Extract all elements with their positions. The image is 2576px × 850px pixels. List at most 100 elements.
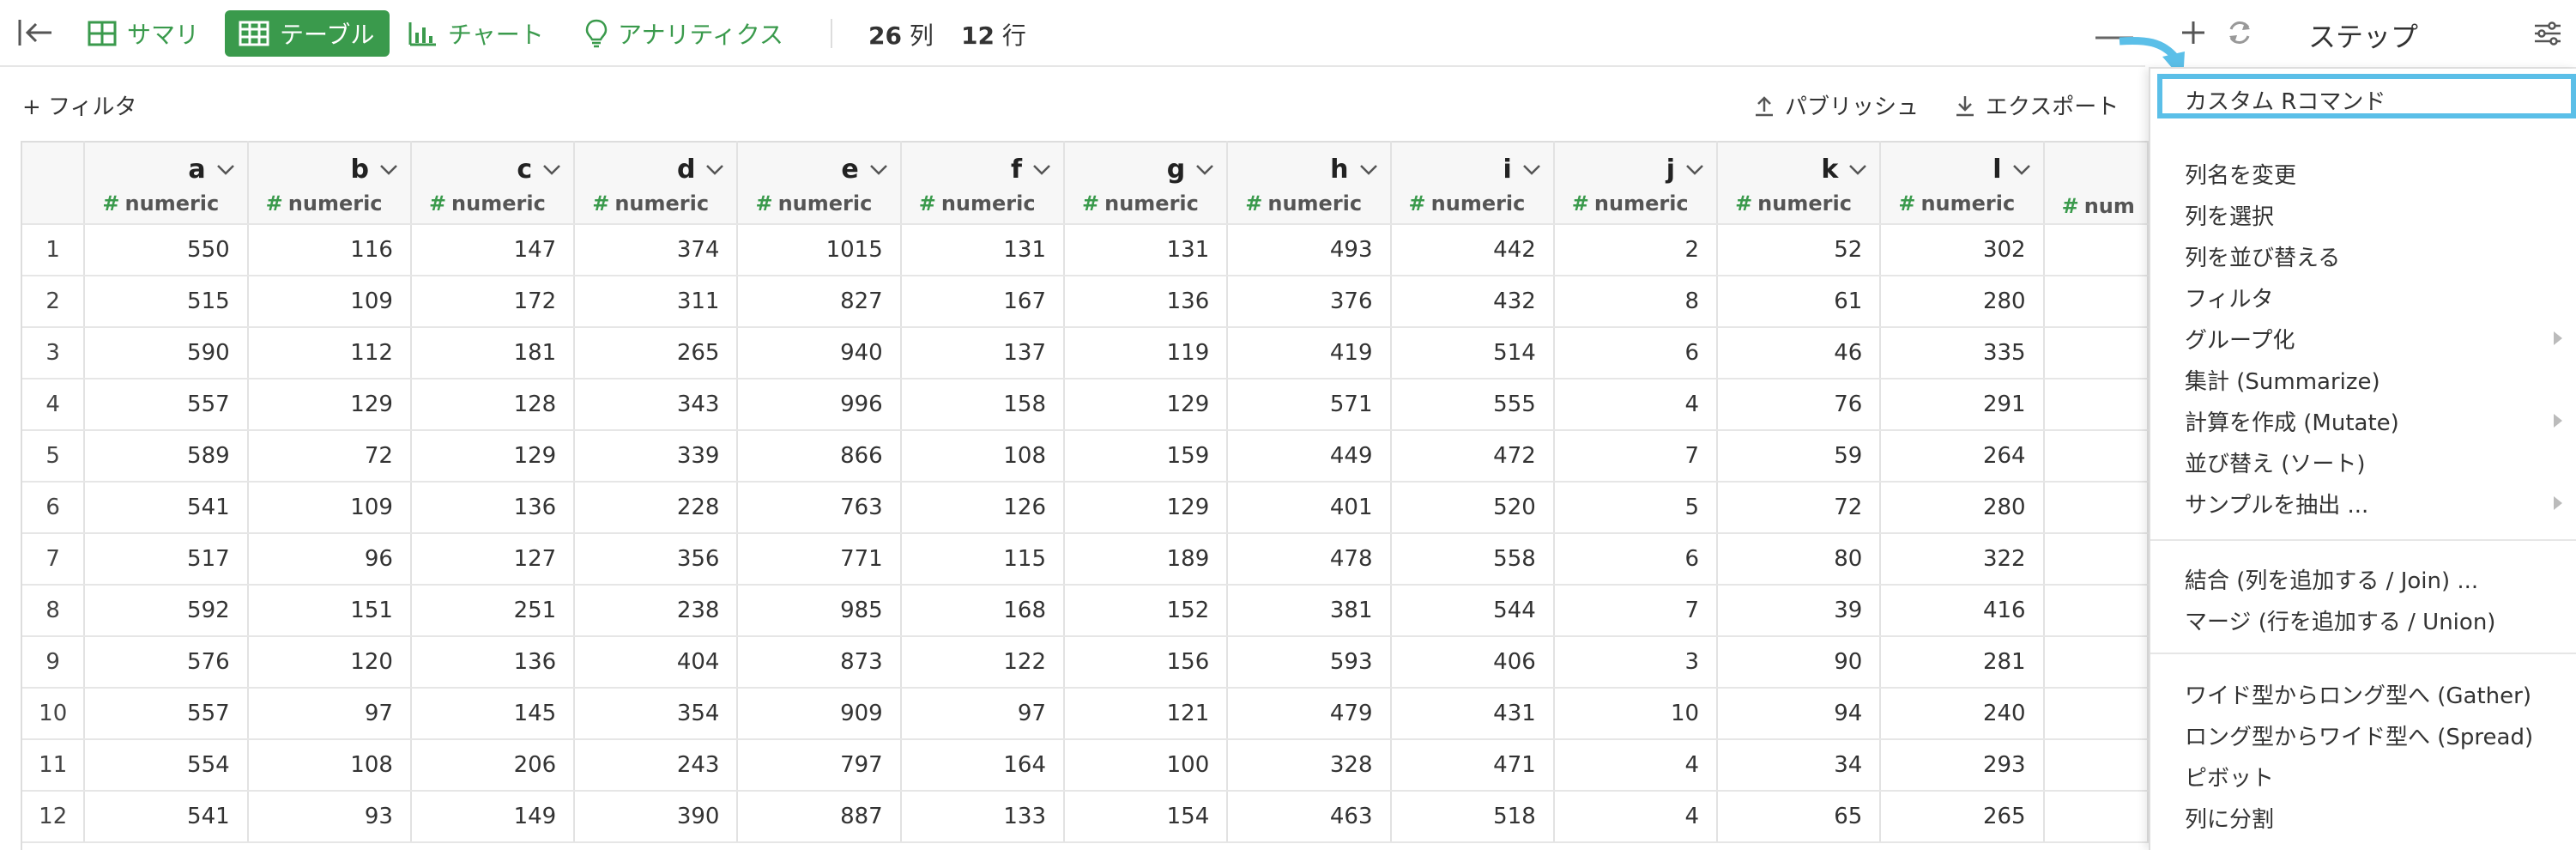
column-type: # numeric — [592, 191, 724, 216]
table-cell: 167 — [900, 276, 1066, 328]
column-name-text: g — [1166, 155, 1186, 185]
table-cell: 129 — [410, 430, 576, 483]
chevron-down-icon[interactable] — [1522, 164, 1541, 176]
table-cell: 121 — [1064, 688, 1229, 740]
table-cell: 265 — [1880, 791, 2045, 843]
menu-item-reorder-columns[interactable]: 列を並び替える — [2185, 240, 2340, 272]
refresh-icon[interactable] — [2226, 19, 2253, 46]
menu-item-summarize[interactable]: 集計 (Summarize) — [2185, 364, 2380, 396]
table-row: 12 541 93 149 390 887 133 154 463 518 4 65 265 — [22, 791, 2149, 843]
menu-item-union[interactable]: マージ (行を追加する / Union) — [2185, 604, 2495, 636]
table-cell: 1015 — [737, 224, 902, 276]
chevron-down-icon[interactable] — [1848, 164, 1867, 176]
table-cell: 116 — [247, 224, 412, 276]
table-cell: 909 — [737, 688, 902, 740]
chevron-down-icon[interactable] — [379, 164, 398, 176]
add-filter-button[interactable]: + フィルタ — [22, 89, 137, 121]
table-cell-partial — [2043, 430, 2149, 483]
chevron-down-icon[interactable] — [216, 164, 235, 176]
table-cell: 593 — [1227, 636, 1392, 689]
column-header[interactable]: g # numeric — [1064, 141, 1229, 225]
menu-item-gather[interactable]: ワイド型からロング型へ (Gather) — [2185, 678, 2531, 710]
column-header[interactable]: h # numeric — [1227, 141, 1392, 225]
column-header-partial[interactable]: # num — [2043, 141, 2149, 225]
table-cell: 122 — [900, 636, 1066, 689]
column-header[interactable]: b # numeric — [247, 141, 412, 225]
row-count-unit: 行 — [1001, 21, 1026, 50]
menu-item-filter[interactable]: フィルタ — [2185, 282, 2273, 313]
table-cell: 94 — [1717, 688, 1882, 740]
table-cell: 302 — [1880, 224, 2045, 276]
table-cell: 145 — [410, 688, 576, 740]
chevron-down-icon[interactable] — [1685, 164, 1704, 176]
menu-item-spread[interactable]: ロング型からワイド型へ (Spread) — [2185, 719, 2533, 751]
publish-button[interactable]: パブリッシュ — [1754, 89, 1919, 121]
export-button[interactable]: エクスポート — [1955, 89, 2119, 121]
column-header[interactable]: c # numeric — [410, 141, 576, 225]
chevron-down-icon[interactable] — [1032, 164, 1051, 176]
collapse-left-icon[interactable] — [17, 17, 55, 48]
menu-item-group-by[interactable]: グループ化 — [2185, 323, 2295, 355]
menu-item-join[interactable]: 結合 (列を追加する / Join) ... — [2185, 563, 2478, 595]
column-count-value: 26 — [868, 21, 902, 50]
table-cell: 59 — [1717, 430, 1882, 483]
column-name: a — [102, 155, 234, 185]
menu-divider — [2150, 653, 2576, 654]
tab-table[interactable]: テーブル — [225, 10, 390, 57]
table-cell: 555 — [1390, 379, 1555, 431]
menu-item-sample[interactable]: サンプルを抽出 ... — [2185, 488, 2368, 519]
table-cell: 158 — [900, 379, 1066, 431]
column-type: # numeric — [1409, 191, 1541, 216]
menu-item-select-columns[interactable]: 列を選択 — [2185, 199, 2274, 231]
column-header[interactable]: e # numeric — [737, 141, 902, 225]
tab-analytics[interactable]: アナリティクス — [571, 10, 799, 57]
chevron-down-icon[interactable] — [2012, 164, 2031, 176]
table-cell-partial — [2043, 636, 2149, 689]
menu-item-mutate[interactable]: 計算を作成 (Mutate) — [2185, 405, 2399, 437]
table-cell: 381 — [1227, 585, 1392, 637]
table-cell: 126 — [900, 482, 1066, 534]
table-cell: 493 — [1227, 224, 1392, 276]
menu-item-split-column[interactable]: 列に分割 — [2185, 802, 2274, 834]
table-cell: 96 — [247, 533, 412, 586]
table-cell: 72 — [247, 430, 412, 483]
chevron-down-icon[interactable] — [542, 164, 561, 176]
column-header[interactable]: k # numeric — [1717, 141, 1882, 225]
table-cell: 5 — [1553, 482, 1719, 534]
table-cell: 557 — [84, 379, 249, 431]
row-count-value: 12 — [961, 21, 995, 50]
menu-item-pivot[interactable]: ピボット — [2185, 761, 2274, 792]
table-cell-partial — [2043, 533, 2149, 586]
chevron-down-icon[interactable] — [1359, 164, 1378, 176]
numeric-hash-icon: # — [755, 191, 773, 216]
table-header-row: a # numeric b # numeric c # numeric d # numeric e # nu… — [22, 141, 2149, 225]
column-header[interactable]: f # numeric — [900, 141, 1066, 225]
table-cell: 4 — [1553, 379, 1719, 431]
table-cell-partial — [2043, 482, 2149, 534]
bar-chart-icon — [408, 22, 436, 46]
column-header[interactable]: a # numeric — [84, 141, 249, 225]
table-cell: 131 — [900, 224, 1066, 276]
column-header[interactable]: j # numeric — [1553, 141, 1719, 225]
column-header[interactable]: i # numeric — [1390, 141, 1555, 225]
numeric-hash-icon: # — [265, 191, 283, 216]
tab-chart[interactable]: チャート — [395, 10, 559, 57]
numeric-hash-icon: # — [1082, 191, 1100, 216]
tab-summary[interactable]: サマリ — [74, 10, 215, 57]
settings-sliders-icon[interactable] — [2533, 21, 2562, 46]
column-type: # numeric — [429, 191, 561, 216]
column-header[interactable]: l # numeric — [1880, 141, 2045, 225]
menu-item-sort[interactable]: 並び替え (ソート) — [2185, 446, 2366, 478]
menu-item-custom-r-command[interactable]: カスタム Rコマンド — [2157, 74, 2576, 118]
chevron-down-icon[interactable] — [705, 164, 724, 176]
table-cell: 136 — [1064, 276, 1229, 328]
add-step-icon[interactable] — [2180, 19, 2207, 46]
chevron-down-icon[interactable] — [1195, 164, 1214, 176]
column-header[interactable]: d # numeric — [574, 141, 739, 225]
menu-item-rename-columns[interactable]: 列名を変更 — [2185, 158, 2296, 190]
table-cell: 120 — [247, 636, 412, 689]
table-cell: 291 — [1880, 379, 2045, 431]
chevron-down-icon[interactable] — [869, 164, 888, 176]
table-row: 8 592 151 251 238 985 168 152 381 544 7 39 416 — [22, 585, 2149, 637]
table-cell: 541 — [84, 482, 249, 534]
